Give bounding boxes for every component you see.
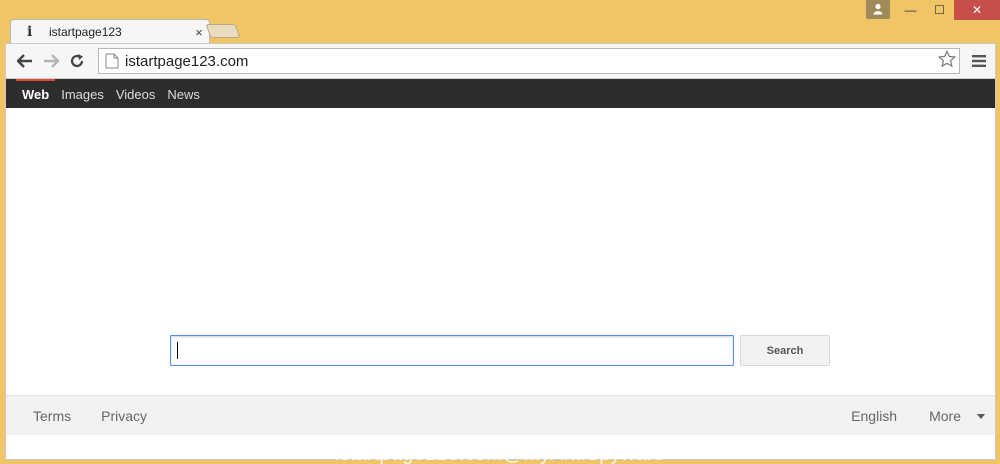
footer: Terms Privacy English More — [6, 395, 995, 435]
nav-web[interactable]: Web — [16, 79, 56, 108]
reload-button[interactable] — [64, 48, 90, 74]
search-input[interactable] — [170, 335, 734, 366]
nav-images[interactable]: Images — [55, 79, 110, 108]
footer-language-link[interactable]: English — [851, 408, 897, 424]
forward-arrow-icon — [44, 54, 59, 68]
forward-button[interactable] — [38, 48, 64, 74]
toolbar: istartpage123.com — [6, 44, 995, 79]
back-arrow-icon — [17, 54, 32, 68]
footer-more-label: More — [929, 407, 961, 424]
back-button[interactable] — [12, 48, 38, 74]
watermark: istartpage123.com@MyAntiSpyware — [335, 443, 665, 464]
top-navigation: Web Images Videos News — [6, 79, 995, 108]
tab-title: istartpage123 — [49, 25, 122, 39]
nav-videos[interactable]: Videos — [110, 79, 162, 108]
search-button[interactable]: Search — [740, 335, 830, 366]
info-icon: i — [27, 24, 33, 40]
nav-news[interactable]: News — [161, 79, 206, 108]
tab-strip: i istartpage123 × — [0, 17, 1000, 44]
url-text: istartpage123.com — [125, 52, 249, 70]
menu-button[interactable] — [966, 48, 992, 74]
page-icon — [105, 53, 119, 69]
new-tab-button[interactable] — [205, 24, 241, 38]
reload-icon — [70, 54, 84, 68]
footer-terms-link[interactable]: Terms — [33, 408, 71, 424]
search-form: Search — [170, 335, 830, 366]
browser-frame: istartpage123.com Web Images Videos News… — [5, 43, 996, 460]
page-content: Search — [6, 108, 995, 395]
text-caret — [177, 342, 178, 359]
bookmark-star-icon[interactable] — [935, 49, 959, 73]
chevron-down-icon — [977, 414, 985, 420]
address-bar[interactable]: istartpage123.com — [98, 48, 960, 74]
footer-more-menu[interactable]: More — [913, 408, 985, 424]
hamburger-menu-icon — [972, 55, 986, 67]
tab-istartpage[interactable]: i istartpage123 × — [10, 19, 210, 44]
footer-privacy-link[interactable]: Privacy — [101, 408, 147, 424]
